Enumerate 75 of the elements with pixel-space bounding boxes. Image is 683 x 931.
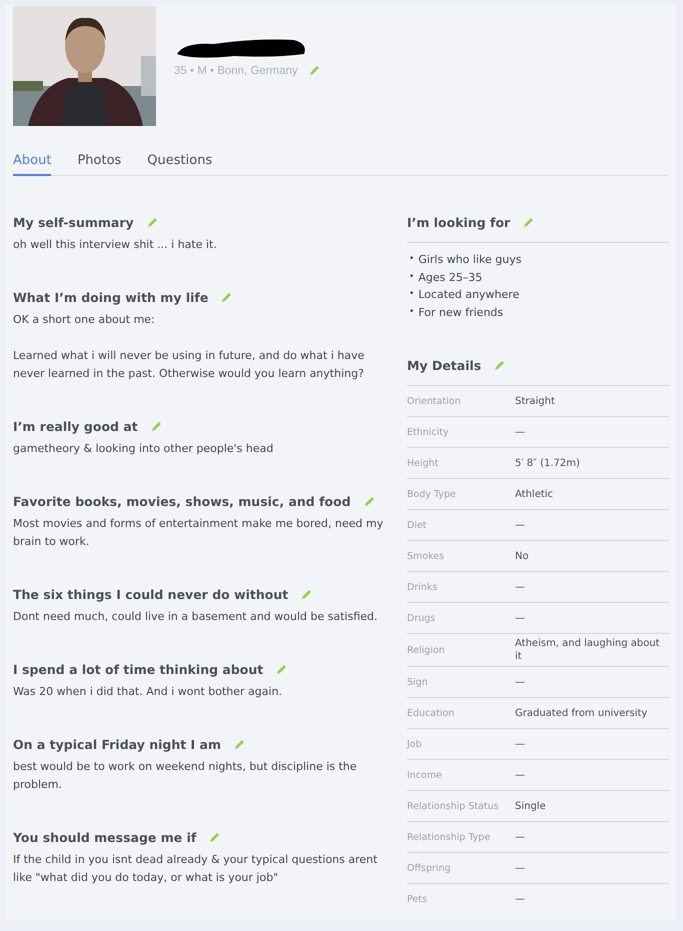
detail-label: Relationship Status <box>407 800 500 812</box>
detail-label: Education <box>407 708 456 718</box>
essay-text: Dont need much, could live in a basement and would be satisfied. <box>13 609 379 625</box>
list-item: Ages 25–35 <box>418 270 482 286</box>
detail-value: Graduated from university <box>515 706 648 720</box>
pencil-icon[interactable] <box>220 290 234 304</box>
detail-value: Single <box>515 800 547 812</box>
detail-value: — <box>515 580 526 594</box>
essay-text: best would be to work on weekend nights, but discipline is the problem. <box>13 759 358 793</box>
section-title: You should message me if <box>13 830 196 844</box>
detail-label: Ethnicity <box>407 426 450 438</box>
section-title: Favorite books, movies, shows, music, and food <box>13 494 351 508</box>
section-title: My Details <box>407 358 482 372</box>
essay-text: If the child in you isnt dead already & your typical questions arent like "what did you do today, or what is your job" <box>13 852 378 886</box>
essay-text: Was 20 when i did that. And i wont bother again. <box>13 684 284 700</box>
pencil-icon[interactable] <box>300 588 314 600</box>
detail-value: 5′ 8″ (1.72m) <box>515 456 581 470</box>
detail-label: Body Type <box>407 488 457 500</box>
bullet: • <box>409 253 414 266</box>
detail-value: Atheism, and laughing about it <box>515 637 661 663</box>
detail-label: Height <box>407 458 440 468</box>
essay-text: oh well this interview shit ... i hate it. <box>13 237 218 253</box>
list-item: For new friends <box>418 304 504 320</box>
detail-value: No <box>515 550 530 562</box>
detail-value: — <box>515 892 526 906</box>
detail-label: Relationship Type <box>407 832 492 842</box>
detail-label: Income <box>407 770 443 780</box>
tab[interactable]: Photos <box>77 149 122 176</box>
detail-value: — <box>515 830 526 844</box>
section-title: The six things I could never do without <box>13 586 288 602</box>
detail-label: Job <box>407 738 423 750</box>
detail-value: — <box>515 426 526 438</box>
section-title: I’m looking for <box>407 214 510 230</box>
detail-value: — <box>515 862 526 874</box>
tab[interactable]: About <box>13 149 52 176</box>
pencil-icon[interactable] <box>362 494 376 508</box>
detail-value: — <box>515 768 526 782</box>
tab[interactable]: Questions <box>147 149 212 176</box>
list-item: Located anywhere <box>418 287 520 303</box>
detail-label: Diet <box>407 520 428 530</box>
list-item: Girls who like guys <box>418 252 522 268</box>
pencil-icon[interactable] <box>146 216 159 228</box>
pencil-icon[interactable] <box>522 216 536 228</box>
detail-value: — <box>515 738 526 750</box>
bullet: • <box>409 306 414 318</box>
detail-label: Smokes <box>407 550 446 562</box>
detail-value: — <box>515 518 526 532</box>
essay-text: Most movies and forms of entertainment make me bored, need my brain to work. <box>13 516 384 550</box>
bullet: • <box>409 288 414 301</box>
detail-label: Drinks <box>407 582 438 592</box>
section-title: What I’m doing with my life <box>13 290 208 304</box>
section-title: I spend a lot of time thinking about <box>13 662 264 676</box>
detail-value: Straight <box>515 394 556 408</box>
pencil-icon[interactable] <box>150 420 163 432</box>
detail-label: Sign <box>407 676 429 688</box>
detail-label: Drugs <box>407 612 436 624</box>
pencil-icon[interactable] <box>493 358 506 372</box>
detail-value: — <box>515 612 526 624</box>
section-title: On a typical Friday night I am <box>13 736 222 752</box>
bullet: • <box>409 270 414 284</box>
detail-value: — <box>515 676 526 688</box>
section-title: My self-summary <box>13 214 134 230</box>
pencil-icon[interactable] <box>308 64 321 77</box>
detail-label: Religion <box>407 644 446 656</box>
detail-label: Orientation <box>407 396 462 406</box>
detail-value: Athletic <box>515 488 554 500</box>
essay-text: gametheory & looking into other people's head <box>13 441 274 457</box>
profile-basics: 35 • M • Bonn, Germany <box>174 64 298 76</box>
section-title: I’m really good at <box>13 418 138 434</box>
detail-label: Pets <box>407 894 428 904</box>
pencil-icon[interactable] <box>233 738 246 750</box>
pencil-icon[interactable] <box>208 830 222 844</box>
essay-text: OK a short one about me: Learned what i will never be using in future, and do what i have never learned in the past. Otherwise would you learn anything? <box>13 312 366 382</box>
detail-label: Offspring <box>407 862 452 874</box>
pencil-icon[interactable] <box>275 662 288 676</box>
